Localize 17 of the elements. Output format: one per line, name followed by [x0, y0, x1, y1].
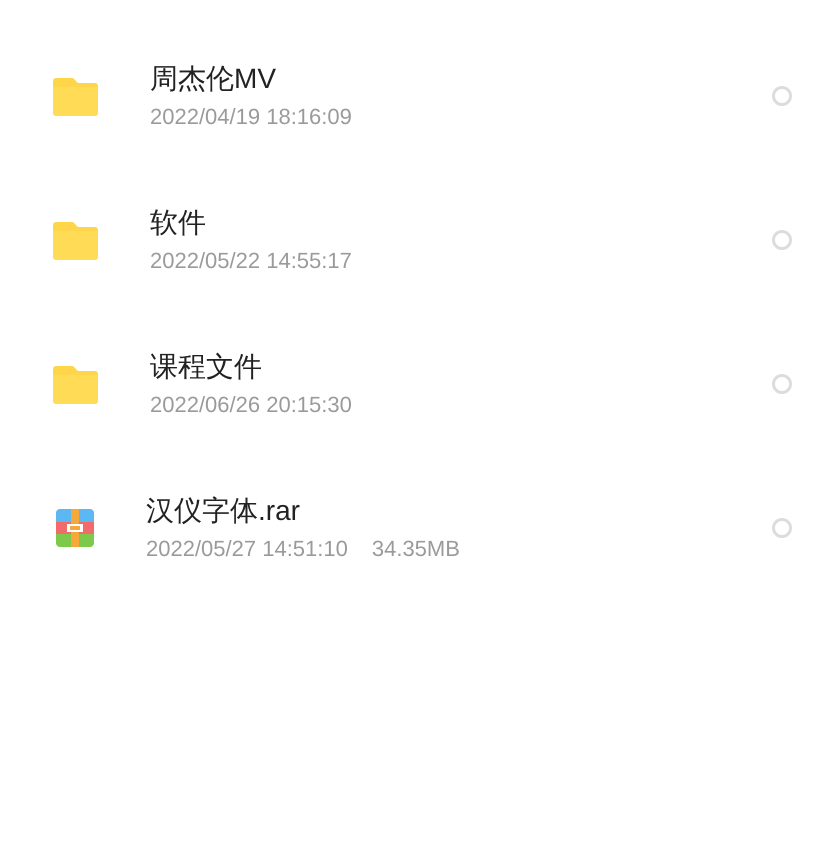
modified-date: 2022/05/22 14:55:17	[150, 247, 352, 275]
archive-icon	[56, 509, 94, 547]
select-radio[interactable]	[772, 374, 792, 394]
select-radio[interactable]	[772, 230, 792, 250]
select-radio[interactable]	[772, 518, 792, 538]
file-name: 课程文件	[150, 350, 263, 384]
file-name: 软件	[150, 206, 207, 240]
modified-date: 2022/05/27 14:51:10	[146, 535, 348, 563]
modified-date: 2022/06/26 20:15:30	[150, 391, 352, 419]
file-name: 汉仪字体.rar	[146, 494, 301, 528]
file-name: 周杰伦MV	[150, 62, 277, 96]
folder-icon	[53, 220, 98, 260]
modified-date: 2022/04/19 18:16:09	[150, 103, 352, 131]
select-radio[interactable]	[772, 86, 792, 106]
file-size: 34.35MB	[372, 535, 460, 563]
folder-icon	[53, 364, 98, 404]
folder-icon	[53, 76, 98, 116]
